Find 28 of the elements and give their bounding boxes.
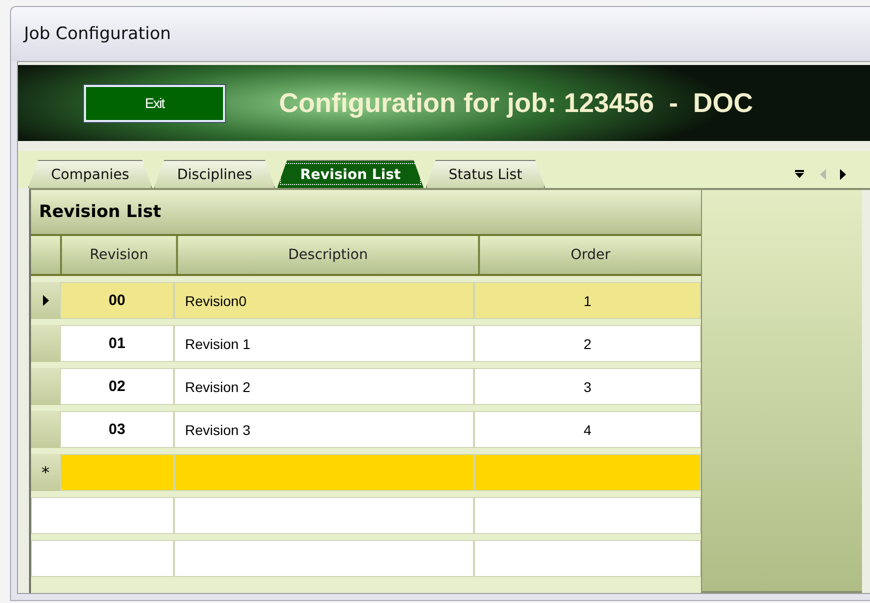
row-header[interactable]: * xyxy=(31,454,60,491)
table-cell: 02 xyxy=(60,368,174,405)
current-row-icon xyxy=(42,295,48,306)
table-cell: Revision 2 xyxy=(174,368,474,405)
table-cell: 3 xyxy=(474,368,701,405)
header-title: Configuration for job: 123456 - DOC xyxy=(279,88,754,118)
tab[interactable]: Status List xyxy=(426,160,546,188)
scroll-right-icon[interactable] xyxy=(840,169,846,180)
table-cell: Revision 3 xyxy=(174,411,474,448)
window-title: Job Configuration xyxy=(24,24,171,44)
grid-caption: Revision List xyxy=(31,190,701,236)
exit-button[interactable]: Exit xyxy=(84,84,225,122)
tab[interactable]: Revision List xyxy=(277,160,424,188)
overflow-menu-icon[interactable] xyxy=(795,170,804,178)
column-header[interactable]: Description xyxy=(176,236,478,274)
table-cell: Revision0 xyxy=(174,282,474,319)
column-header[interactable]: Revision xyxy=(60,236,176,274)
table-cell: 03 xyxy=(60,411,174,448)
tab[interactable]: Companies xyxy=(28,160,152,188)
tab[interactable]: Disciplines xyxy=(154,160,276,188)
table-cell: 4 xyxy=(474,411,701,448)
table-cell: 00 xyxy=(60,282,174,319)
row-header[interactable] xyxy=(31,282,60,319)
table-cell: 2 xyxy=(474,325,701,362)
table-cell: Revision 1 xyxy=(174,325,474,362)
table-cell: 01 xyxy=(60,325,174,362)
table-cell: 1 xyxy=(474,282,701,319)
new-row-marker: * xyxy=(42,463,50,482)
